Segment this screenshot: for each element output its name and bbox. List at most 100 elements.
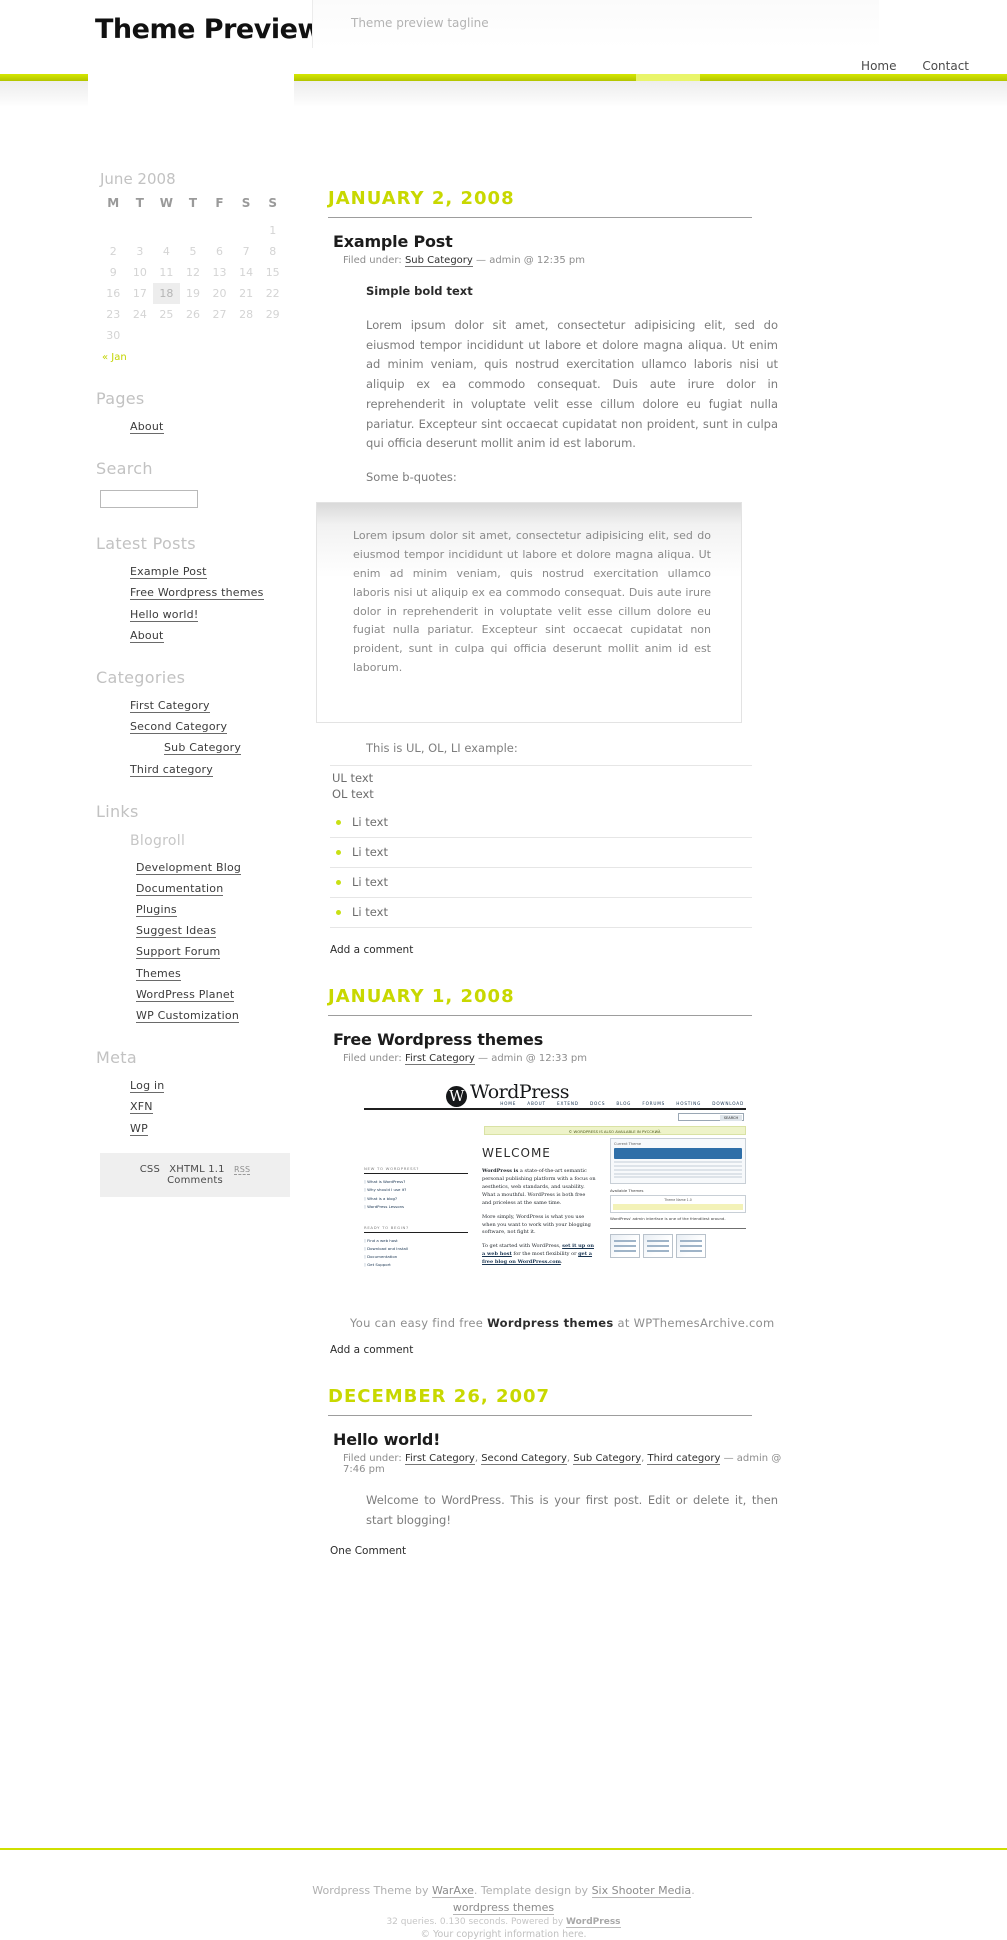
badge-rss[interactable]: RSS [233, 1164, 251, 1175]
latest-post-link[interactable]: About [130, 628, 164, 643]
badge-css[interactable]: CSS [140, 1164, 160, 1175]
calendar-day [206, 325, 233, 346]
list-item[interactable]: Second Category Sub Category [130, 720, 300, 756]
footer-theme-link-wrap[interactable]: wordpress themes [0, 1901, 1007, 1915]
footer-link-waraxe[interactable]: WarAxe [432, 1884, 474, 1898]
latest-post-link[interactable]: Free Wordpress themes [130, 586, 264, 601]
wordpress-screenshot-image: W WordPress HOME ABOUT EXTEND DOCS BLOG F… [364, 1080, 746, 1303]
calendar-day: 22 [265, 287, 280, 300]
footer-link-sixshooter[interactable]: Six Shooter Media [591, 1884, 692, 1898]
calendar-nav[interactable]: « Jan [102, 352, 300, 363]
blockquote-text: Lorem ipsum dolor sit amet, consectetur … [353, 528, 711, 675]
list-item[interactable]: XFN [130, 1100, 300, 1115]
post-category-link-first[interactable]: First Category [404, 1453, 475, 1466]
list-item[interactable]: Plugins [136, 903, 300, 918]
top-navigation[interactable]: Home Contact [839, 59, 969, 75]
footer-link-wordpress-themes[interactable]: wordpress themes [452, 1901, 555, 1915]
widget-links: Links Blogroll Development Blog Document… [96, 802, 300, 1023]
badge-xhtml[interactable]: XHTML 1.1 [169, 1164, 225, 1175]
meta-link-xfn[interactable]: XFN [130, 1100, 153, 1115]
one-comment-link-wrap[interactable]: One Comment [330, 1545, 782, 1557]
list-item: Li text [330, 808, 752, 839]
blogroll-link-documentation[interactable]: Documentation [136, 881, 224, 896]
post-category-link-second[interactable]: Second Category [481, 1453, 567, 1466]
tagline-container: Theme preview tagline [312, 0, 879, 48]
blogroll-link-plugins[interactable]: Plugins [136, 903, 177, 918]
search-input[interactable] [100, 490, 198, 509]
wp-russian-notice: © WORDPRESS IS ALSO AVAILABLE IN РУССКИЙ… [484, 1126, 746, 1136]
meta-link-wp[interactable]: WP [130, 1121, 148, 1136]
wp-available-themes-title: Available Themes [610, 1188, 644, 1194]
add-comment-link[interactable]: Add a comment [330, 1344, 413, 1356]
nav-item-home[interactable]: Home [861, 59, 897, 75]
calendar-header-row: M T W T F S S [100, 192, 286, 220]
blogroll-link-wordpress-planet[interactable]: WordPress Planet [136, 987, 235, 1002]
badge-comments[interactable]: Comments [167, 1175, 223, 1186]
list-item[interactable]: WP Customization [136, 1009, 300, 1023]
wp-nav: HOME ABOUT EXTEND DOCS BLOG FORUMS HOSTI… [491, 1101, 744, 1106]
category-link-first[interactable]: First Category [130, 698, 210, 713]
accent-bar-highlight [636, 74, 700, 81]
list-item[interactable]: Third category [130, 762, 300, 777]
list-item[interactable]: Support Forum [136, 945, 300, 960]
list-item[interactable]: About [130, 420, 300, 434]
wp-theme-card: Theme Name 1.0 [610, 1195, 746, 1213]
post-paragraph: Welcome to WordPress. This is your first… [366, 1493, 778, 1527]
wp-nav-item: HOME [500, 1101, 517, 1107]
list-item[interactable]: WordPress Planet [136, 987, 300, 1002]
meta-link-login[interactable]: Log in [130, 1079, 165, 1094]
blogroll-link-support-forum[interactable]: Support Forum [136, 945, 221, 960]
calendar-day: 6 [216, 245, 224, 258]
wp-nav-item: DOCS [589, 1101, 606, 1107]
post-category-link[interactable]: First Category [404, 1053, 475, 1066]
list-item[interactable]: WP [130, 1121, 300, 1136]
list-item[interactable]: Themes [136, 966, 300, 981]
calendar-day [127, 325, 154, 346]
blogroll-link-suggest-ideas[interactable]: Suggest Ideas [136, 924, 217, 939]
nav-item-contact[interactable]: Contact [922, 59, 969, 75]
category-link-sub[interactable]: Sub Category [164, 741, 242, 756]
wordpress-w-icon: W [446, 1086, 467, 1108]
calendar-prev-link[interactable]: « Jan [102, 352, 127, 363]
category-link-third[interactable]: Third category [130, 762, 213, 777]
list-item[interactable]: Example Post [130, 565, 300, 580]
post-meta: Filed under: First Category — admin @ 12… [343, 1053, 782, 1066]
post-category-link-third[interactable]: Third category [647, 1453, 721, 1466]
list-item: Li text [330, 838, 752, 869]
list-item[interactable]: About [130, 628, 300, 643]
category-link-second[interactable]: Second Category [130, 720, 228, 735]
wp-line [614, 1164, 742, 1168]
page-link-about[interactable]: About [130, 420, 164, 434]
list-item: WordPress Lessons [364, 1204, 468, 1209]
list-item[interactable]: First Category [130, 698, 300, 713]
calendar-day: 26 [185, 308, 200, 321]
main-content: JANUARY 2, 2008 Example Post Filed under… [312, 188, 782, 1587]
widget-calendar: June 2008 M T W T F S S 1 2 3 4 5 6 7 8 … [96, 170, 300, 363]
list-item[interactable]: Documentation [136, 881, 300, 896]
calendar-day: 1 [269, 224, 277, 237]
wp-body-1: WordPress is a state-of-the-art semantic… [482, 1168, 596, 1207]
latest-post-link[interactable]: Example Post [130, 565, 207, 580]
post-category-link[interactable]: Sub Category [404, 255, 473, 267]
list-item[interactable]: Development Blog [136, 860, 300, 875]
list-item[interactable]: Hello world! [130, 607, 300, 622]
latest-post-link[interactable]: Hello world! [130, 607, 199, 622]
list-item[interactable]: Sub Category [164, 741, 300, 756]
widget-title-blogroll: Blogroll [130, 832, 186, 849]
add-comment-link[interactable]: Add a comment [330, 944, 413, 956]
list-item[interactable]: Log in [130, 1079, 300, 1094]
blogroll-link-themes[interactable]: Themes [136, 966, 181, 981]
list-item[interactable]: Free Wordpress themes [130, 586, 300, 601]
wp-thumb-line [647, 1240, 669, 1243]
post-category-link-sub[interactable]: Sub Category [573, 1453, 642, 1466]
blogroll-link-wp-customization[interactable]: WP Customization [136, 1009, 239, 1023]
post-title: Free Wordpress themes [333, 1030, 544, 1050]
list-item[interactable]: Suggest Ideas [136, 924, 300, 939]
post-title: Example Post [333, 232, 453, 251]
calendar-day: 19 [185, 287, 200, 300]
blogroll-link-development-blog[interactable]: Development Blog [136, 860, 242, 875]
add-comment-link-wrap[interactable]: Add a comment [330, 1344, 782, 1356]
add-comment-link-wrap[interactable]: Add a comment [330, 944, 782, 956]
one-comment-link[interactable]: One Comment [330, 1545, 406, 1557]
footer-link-wordpress[interactable]: WordPress [566, 1917, 621, 1928]
